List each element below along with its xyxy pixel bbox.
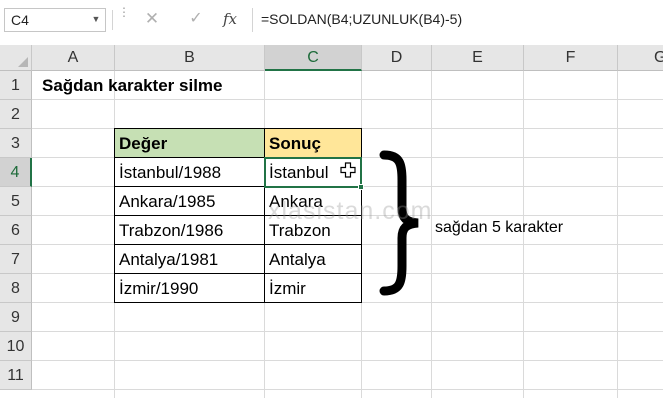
column-header-b[interactable]: B [115, 45, 265, 71]
header-cell-deger[interactable]: Değer [114, 128, 265, 158]
fill-handle[interactable] [358, 184, 364, 190]
gridline [617, 71, 618, 398]
column-header-c[interactable]: C [265, 45, 362, 71]
column-header-g[interactable]: G [618, 45, 663, 71]
header-cell-sonuc[interactable]: Sonuç [264, 128, 362, 158]
gridline [431, 71, 432, 398]
sheet-title-cell[interactable]: Sağdan karakter silme [38, 71, 298, 100]
row-header-4[interactable]: 4 [0, 158, 32, 187]
watermark: xlasistan.com [268, 197, 433, 225]
cancel-icon[interactable]: ✕ [140, 8, 164, 30]
annotation-note: sağdan 5 karakter [435, 219, 564, 236]
table-cell-result[interactable]: İzmir [264, 273, 362, 303]
gridline [32, 360, 663, 361]
gridline [32, 389, 663, 390]
table-cell-value[interactable]: Ankara/1985 [114, 186, 265, 216]
more-options-icon[interactable]: ⋮ [118, 6, 130, 31]
gridline [32, 331, 663, 332]
row-header-11[interactable]: 11 [0, 361, 32, 390]
row-header-6[interactable]: 6 [0, 216, 32, 245]
row-header-2[interactable]: 2 [0, 100, 32, 129]
row-header-3[interactable]: 3 [0, 129, 32, 158]
row-header-10[interactable]: 10 [0, 332, 32, 361]
column-header-f[interactable]: F [524, 45, 618, 71]
row-header-9[interactable]: 9 [0, 303, 32, 332]
row-header-1[interactable]: 1 [0, 71, 32, 100]
table-cell-result[interactable]: Antalya [264, 244, 362, 274]
column-header-a[interactable]: A [32, 45, 115, 71]
enter-icon[interactable]: ✓ [184, 8, 208, 30]
formula-input[interactable]: =SOLDAN(B4;UZUNLUK(B4)-5) [252, 8, 663, 32]
chevron-down-icon[interactable]: ▼ [90, 13, 102, 25]
table-cell-value[interactable]: Antalya/1981 [114, 244, 265, 274]
formula-bar-separator [112, 10, 113, 30]
table-cell-value[interactable]: İzmir/1990 [114, 273, 265, 303]
row-header-7[interactable]: 7 [0, 245, 32, 274]
insert-function-icon[interactable]: fx [218, 8, 242, 30]
select-all-triangle-icon [18, 57, 28, 67]
row-header-8[interactable]: 8 [0, 274, 32, 303]
cell-select-cursor-icon [340, 162, 356, 178]
row-header-5[interactable]: 5 [0, 187, 32, 216]
table-cell-value[interactable]: İstanbul/1988 [114, 157, 265, 187]
column-header-d[interactable]: D [362, 45, 432, 71]
column-header-e[interactable]: E [432, 45, 524, 71]
table-cell-value[interactable]: Trabzon/1986 [114, 215, 265, 245]
